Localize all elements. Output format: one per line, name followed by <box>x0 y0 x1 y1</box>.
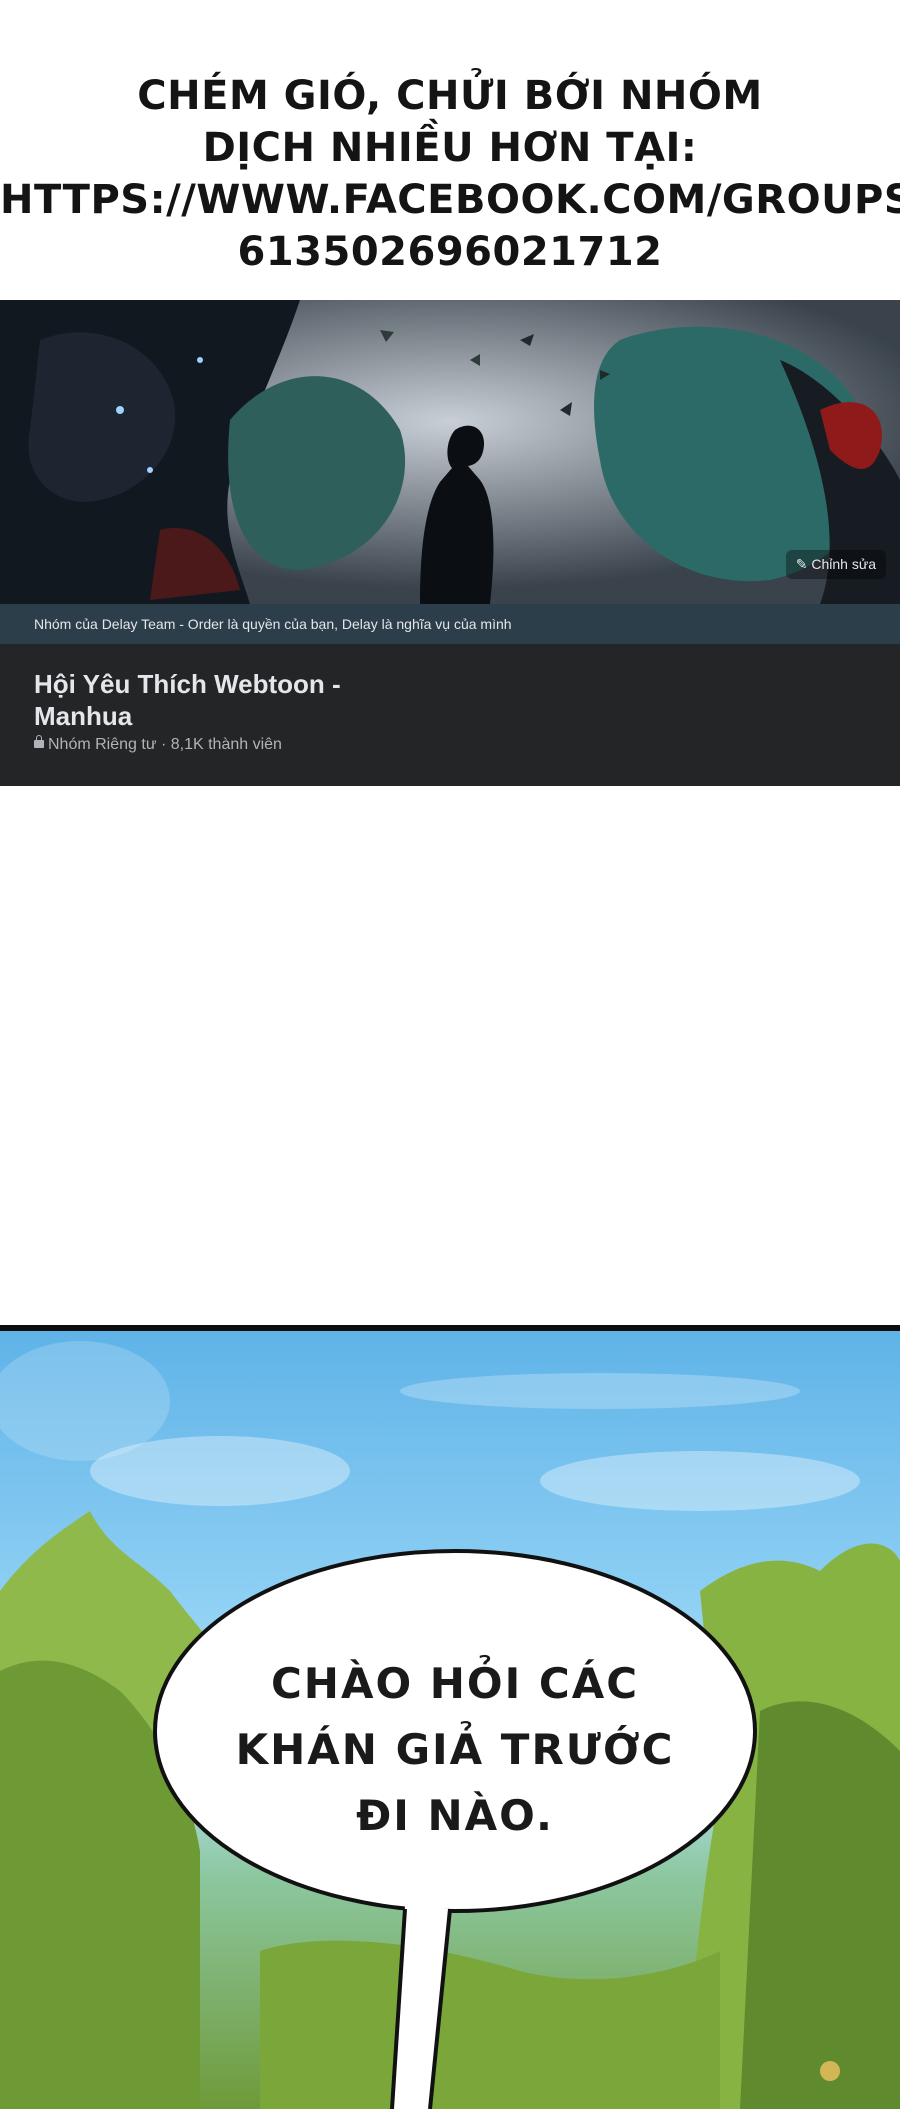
speech-bubble-text: CHÀO HỎI CÁC KHÁN GIẢ TRƯỚC ĐI NÀO. <box>160 1651 750 1849</box>
speech-line-1: CHÀO HỎI CÁC <box>270 1659 640 1708</box>
group-name[interactable]: Hội Yêu Thích Webtoon - Manhua <box>34 668 374 732</box>
comic-panel: CHÀO HỎI CÁC KHÁN GIẢ TRƯỚC ĐI NÀO. <box>0 1325 900 2109</box>
promo-line-2: DỊCH NHIỀU HƠN TẠI: <box>202 125 698 171</box>
edit-cover-button[interactable]: ✎ Chỉnh sửa <box>785 550 886 579</box>
pencil-icon: ✎ <box>795 556 808 572</box>
promo-text: CHÉM GIÓ, CHỬI BỚI NHÓM DỊCH NHIỀU HƠN T… <box>0 70 900 278</box>
group-cover-image: ✎ Chỉnh sửa <box>0 300 900 604</box>
group-description-bar: Nhóm của Delay Team - Order là quyền của… <box>0 604 900 644</box>
promo-line-1: CHÉM GIÓ, CHỬI BỚI NHÓM <box>137 73 763 119</box>
facebook-group-card[interactable]: ✎ Chỉnh sửa Nhóm của Delay Team - Order … <box>0 300 900 786</box>
speech-line-2: KHÁN GIẢ TRƯỚC <box>235 1725 675 1774</box>
group-meta-text: Nhóm Riêng tư · 8,1K thành viên <box>48 736 282 753</box>
speech-line-3: ĐI NÀO. <box>356 1791 554 1840</box>
cover-illustration <box>0 300 900 604</box>
group-meta: Nhóm Riêng tư · 8,1K thành viên <box>34 735 282 754</box>
promo-url-line: HTTPS://WWW.FACEBOOK.COM/GROUPS/ <box>0 177 900 223</box>
lock-icon <box>34 735 44 748</box>
promo-url-id: 613502696021712 <box>237 229 663 275</box>
edit-cover-label: Chỉnh sửa <box>811 556 876 572</box>
